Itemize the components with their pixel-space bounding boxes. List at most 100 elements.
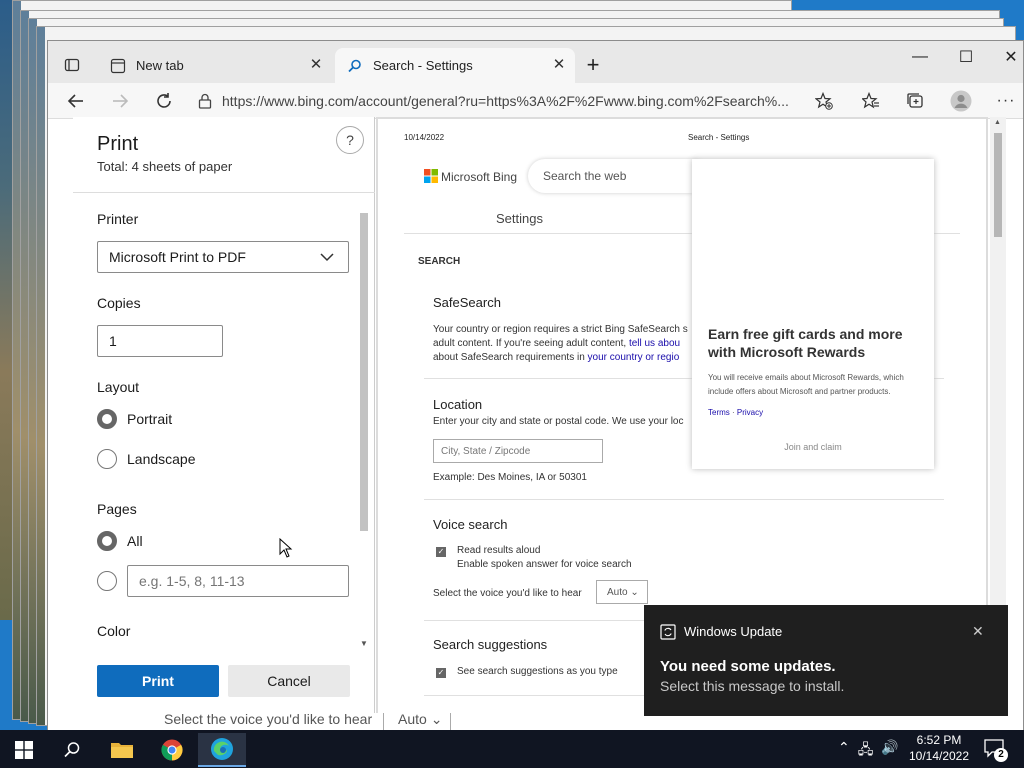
chrome-icon bbox=[161, 739, 183, 761]
printer-select[interactable]: Microsoft Print to PDF bbox=[97, 241, 349, 273]
scroll-down-icon[interactable]: ▼ bbox=[360, 639, 368, 648]
collections-icon[interactable] bbox=[900, 87, 930, 115]
rewards-links: Terms · Privacy bbox=[708, 408, 764, 417]
windows-logo-icon bbox=[15, 741, 33, 759]
tab-search-settings[interactable]: Search - Settings ✕ bbox=[335, 48, 575, 83]
toast-title: You need some updates. bbox=[660, 658, 836, 675]
landscape-label: Landscape bbox=[127, 451, 196, 467]
close-window-button[interactable]: ✕ bbox=[988, 41, 1024, 73]
join-claim-button: Join and claim bbox=[784, 442, 842, 452]
taskbar: ⌃ 🖧 🔊 6:52 PM 10/14/2022 2 bbox=[0, 730, 1024, 768]
edge-button[interactable] bbox=[198, 733, 246, 767]
suggestions-label: See search suggestions as you type bbox=[457, 666, 618, 677]
background-voice-label: Select the voice you'd like to hear bbox=[164, 711, 373, 727]
close-tab-icon[interactable]: ✕ bbox=[308, 57, 324, 73]
system-tray: ⌃ 🖧 🔊 bbox=[838, 739, 899, 763]
volume-icon[interactable]: 🔊 bbox=[881, 739, 898, 763]
toast-app-name: Windows Update bbox=[684, 624, 783, 639]
cancel-button[interactable]: Cancel bbox=[228, 665, 350, 697]
location-input: City, State / Zipcode bbox=[433, 439, 603, 463]
profile-avatar[interactable] bbox=[946, 87, 976, 115]
scrollbar-thumb[interactable] bbox=[360, 213, 368, 531]
copies-input[interactable]: 1 bbox=[97, 325, 223, 357]
safesearch-line1: Your country or region requires a strict… bbox=[433, 324, 688, 335]
search-button[interactable] bbox=[48, 733, 96, 767]
forward-arrow-icon bbox=[113, 94, 129, 108]
scrollbar-thumb[interactable] bbox=[994, 133, 1002, 237]
tab-actions-icon[interactable] bbox=[50, 48, 94, 82]
bing-search-box: Search the web bbox=[528, 159, 708, 193]
new-tab-button[interactable]: + bbox=[576, 48, 610, 82]
location-title: Location bbox=[433, 397, 483, 412]
spoken-answer-label: Enable spoken answer for voice search bbox=[457, 559, 632, 570]
tab-label: Search - Settings bbox=[373, 58, 473, 73]
portrait-label: Portrait bbox=[127, 411, 173, 427]
landscape-radio[interactable] bbox=[97, 449, 117, 469]
refresh-button[interactable] bbox=[149, 87, 179, 115]
toast-body: Select this message to install. bbox=[660, 678, 845, 694]
refresh-icon bbox=[157, 93, 171, 108]
settings-heading: Settings bbox=[496, 211, 543, 226]
tab-label: New tab bbox=[136, 58, 184, 73]
windows-update-toast[interactable]: Windows Update ✕ You need some updates. … bbox=[644, 605, 1008, 716]
search-suggestions-title: Search suggestions bbox=[433, 637, 548, 652]
add-favorite-icon[interactable] bbox=[809, 87, 839, 115]
tab-bar: New tab ✕ Search - Settings ✕ + — ☐ ✕ bbox=[48, 41, 1023, 83]
mouse-cursor-icon bbox=[279, 538, 293, 558]
minimize-button[interactable]: — bbox=[897, 41, 943, 73]
safesearch-title: SafeSearch bbox=[433, 295, 501, 310]
divider bbox=[73, 192, 375, 193]
windows-update-icon bbox=[660, 624, 676, 640]
chevron-down-icon bbox=[320, 253, 334, 262]
color-label: Color bbox=[97, 623, 131, 639]
start-button[interactable] bbox=[0, 733, 48, 767]
pages-all-radio[interactable] bbox=[97, 531, 117, 551]
tell-us-link: tell us abou bbox=[628, 338, 681, 349]
bing-brand: Microsoft Bing bbox=[441, 170, 518, 184]
safesearch-line2: adult content. If you're seeing adult co… bbox=[433, 338, 681, 349]
scroll-up-icon[interactable]: ▲ bbox=[994, 119, 1001, 126]
print-button[interactable]: Print bbox=[97, 665, 219, 697]
voice-search-title: Voice search bbox=[433, 517, 508, 532]
chevron-down-icon: ⌄ bbox=[630, 587, 639, 598]
preview-date: 10/14/2022 bbox=[404, 133, 445, 142]
close-tab-icon[interactable]: ✕ bbox=[551, 57, 567, 73]
rewards-body: You will receive emails about Microsoft … bbox=[708, 373, 904, 396]
pages-custom-radio[interactable] bbox=[97, 571, 117, 591]
layout-label: Layout bbox=[97, 379, 140, 395]
help-button[interactable]: ? bbox=[336, 126, 364, 154]
edge-icon bbox=[211, 738, 233, 760]
checkbox-checked-icon: ✓ bbox=[436, 668, 446, 678]
search-icon bbox=[64, 742, 80, 758]
search-section-label: SEARCH bbox=[418, 256, 461, 267]
search-icon bbox=[348, 59, 361, 72]
chevron-up-icon[interactable]: ⌃ bbox=[838, 739, 850, 763]
pages-range-input[interactable] bbox=[127, 565, 349, 597]
clock-time: 6:52 PM bbox=[916, 733, 962, 747]
printer-label: Printer bbox=[97, 211, 139, 227]
print-panel-scrollbar[interactable]: ▼ bbox=[358, 209, 370, 653]
back-button[interactable] bbox=[61, 87, 91, 115]
read-aloud-label: Read results aloud bbox=[457, 545, 541, 556]
address-bar-row: https://www.bing.com/account/general?ru=… bbox=[48, 83, 1023, 119]
network-icon[interactable]: 🖧 bbox=[858, 739, 874, 763]
portrait-radio[interactable] bbox=[97, 409, 117, 429]
url-text: https://www.bing.com/account/general?ru=… bbox=[222, 93, 789, 109]
tab-new-tab[interactable]: New tab ✕ bbox=[98, 48, 332, 83]
file-explorer-button[interactable] bbox=[98, 733, 146, 767]
chrome-button[interactable] bbox=[148, 733, 196, 767]
notification-center-button[interactable]: 2 bbox=[982, 734, 1010, 764]
rewards-card: Earn free gift cards and more with Micro… bbox=[692, 159, 934, 469]
maximize-button[interactable]: ☐ bbox=[943, 41, 989, 73]
notification-count-badge: 2 bbox=[994, 748, 1008, 762]
forward-button[interactable] bbox=[105, 87, 135, 115]
more-options-icon[interactable]: ··· bbox=[991, 87, 1021, 115]
lock-icon bbox=[198, 93, 212, 109]
url-box[interactable]: https://www.bing.com/account/general?ru=… bbox=[198, 86, 848, 116]
clock[interactable]: 6:52 PM 10/14/2022 bbox=[903, 732, 975, 764]
close-icon[interactable]: ✕ bbox=[972, 623, 984, 640]
favorites-icon[interactable] bbox=[856, 87, 886, 115]
back-arrow-icon bbox=[67, 94, 83, 108]
new-tab-icon bbox=[110, 58, 126, 73]
copies-label: Copies bbox=[97, 295, 141, 311]
